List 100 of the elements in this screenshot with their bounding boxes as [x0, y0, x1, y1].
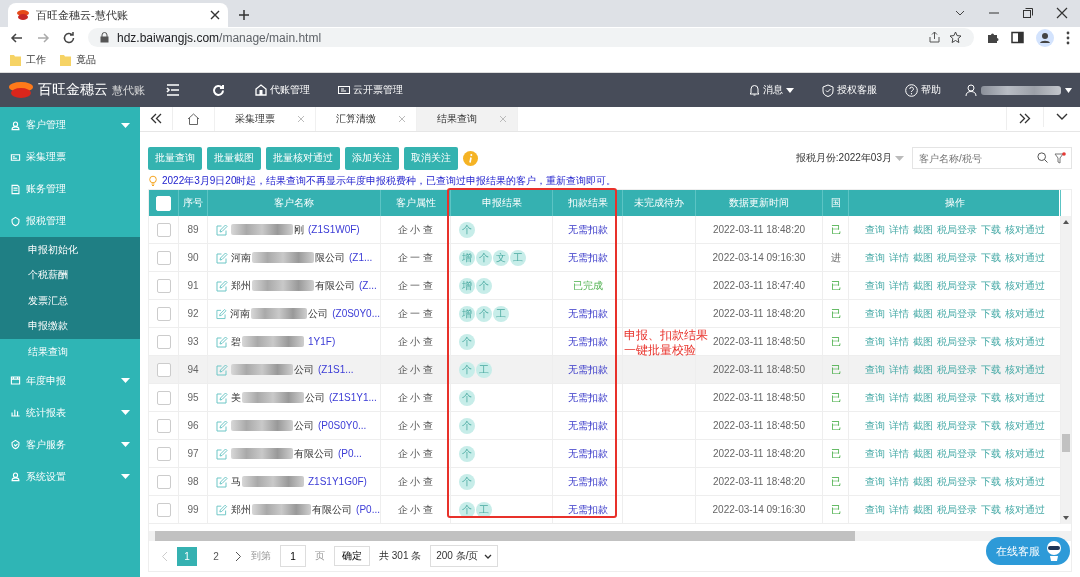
- tax-code[interactable]: (Z1...: [349, 252, 373, 263]
- row-action-link[interactable]: 下载: [980, 474, 1001, 489]
- row-action-link[interactable]: 截图: [912, 222, 933, 237]
- row-action-link[interactable]: 查询: [864, 446, 885, 461]
- row-checkbox[interactable]: [156, 502, 171, 517]
- support-link[interactable]: 授权客服: [822, 83, 877, 97]
- row-action-link[interactable]: 下载: [980, 390, 1001, 405]
- month-select[interactable]: 报税月份:2022年03月: [795, 151, 904, 165]
- tax-code[interactable]: (Z1S1...: [318, 364, 354, 375]
- row-action-link[interactable]: 截图: [912, 446, 933, 461]
- row-action-link[interactable]: 下载: [980, 306, 1001, 321]
- row-action-link[interactable]: 核对通过: [1004, 362, 1045, 377]
- prev-page-icon[interactable]: [161, 550, 168, 562]
- row-action-link[interactable]: 税局登录: [936, 250, 977, 265]
- row-action-link[interactable]: 截图: [912, 250, 933, 265]
- row-action-link[interactable]: 下载: [980, 446, 1001, 461]
- deduction-status[interactable]: 无需扣款: [567, 502, 608, 517]
- sidebar-subitem[interactable]: 申报缴款: [0, 313, 140, 339]
- sidebar-item[interactable]: 报税管理: [0, 205, 140, 237]
- tax-code[interactable]: Z1S1Y1G0F): [308, 476, 367, 487]
- refresh-icon[interactable]: [212, 83, 225, 97]
- restore-icon[interactable]: [1022, 7, 1034, 19]
- row-action-link[interactable]: 截图: [912, 334, 933, 349]
- search-field[interactable]: 客户名称/税号: [912, 147, 1072, 169]
- row-action-link[interactable]: 截图: [912, 474, 933, 489]
- sidebar-item[interactable]: 客户服务: [0, 428, 140, 461]
- row-action-link[interactable]: 查询: [864, 474, 885, 489]
- bookmark[interactable]: 竟品: [60, 53, 96, 67]
- deduction-status[interactable]: 无需扣款: [567, 250, 608, 265]
- row-action-link[interactable]: 税局登录: [936, 362, 977, 377]
- row-action-link[interactable]: 税局登录: [936, 390, 977, 405]
- edit-icon[interactable]: [216, 447, 228, 460]
- sidebar-item[interactable]: 客户管理: [0, 109, 140, 141]
- row-action-link[interactable]: 核对通过: [1004, 334, 1045, 349]
- row-action-link[interactable]: 详情: [888, 334, 909, 349]
- edit-icon[interactable]: [216, 279, 228, 292]
- row-action-link[interactable]: 查询: [864, 390, 885, 405]
- row-action-link[interactable]: 下载: [980, 418, 1001, 433]
- deduction-status[interactable]: 已完成: [572, 278, 603, 293]
- edit-icon[interactable]: [216, 475, 228, 488]
- row-action-link[interactable]: 截图: [912, 306, 933, 321]
- sidebar-item[interactable]: 采集理票: [0, 141, 140, 173]
- search-icon[interactable]: [1037, 152, 1048, 163]
- nav-item[interactable]: 云开票管理: [338, 83, 403, 97]
- sidebar-item[interactable]: 统计报表: [0, 396, 140, 429]
- page-button[interactable]: 2: [206, 546, 226, 566]
- toolbar-button[interactable]: 批量核对通过: [266, 146, 340, 170]
- row-action-link[interactable]: 详情: [888, 278, 909, 293]
- row-action-link[interactable]: 详情: [888, 474, 909, 489]
- edit-icon[interactable]: [216, 419, 228, 432]
- row-action-link[interactable]: 核对通过: [1004, 418, 1045, 433]
- tax-code[interactable]: (P0...: [356, 504, 380, 515]
- row-checkbox[interactable]: [156, 390, 171, 405]
- row-action-link[interactable]: 查询: [864, 222, 885, 237]
- sidebar-item[interactable]: 账务管理: [0, 173, 140, 205]
- row-action-link[interactable]: 查询: [864, 418, 885, 433]
- row-action-link[interactable]: 核对通过: [1004, 446, 1045, 461]
- row-checkbox[interactable]: [156, 250, 171, 265]
- messages-menu[interactable]: 消息: [749, 83, 794, 97]
- tax-code[interactable]: (Z1S1Y1...: [329, 392, 377, 403]
- sidebar-item[interactable]: 系统设置: [0, 460, 140, 493]
- edit-icon[interactable]: [216, 223, 228, 236]
- tax-code[interactable]: (P0...: [338, 448, 362, 459]
- puzzle-icon[interactable]: [986, 31, 999, 44]
- deduction-status[interactable]: 无需扣款: [567, 222, 608, 237]
- tax-code[interactable]: 1Y1F): [308, 336, 336, 347]
- row-action-link[interactable]: 下载: [980, 250, 1001, 265]
- row-action-link[interactable]: 核对通过: [1004, 390, 1045, 405]
- scroll-down-icon[interactable]: [1063, 516, 1069, 520]
- sidebar-subitem[interactable]: 申报初始化: [0, 237, 140, 263]
- sidebar-subitem[interactable]: 发票汇总: [0, 288, 140, 314]
- row-action-link[interactable]: 截图: [912, 278, 933, 293]
- row-action-link[interactable]: 税局登录: [936, 278, 977, 293]
- deduction-status[interactable]: 无需扣款: [567, 418, 608, 433]
- row-action-link[interactable]: 下载: [980, 222, 1001, 237]
- reload-icon[interactable]: [62, 30, 76, 45]
- row-action-link[interactable]: 详情: [888, 502, 909, 517]
- page-input[interactable]: 1: [280, 545, 306, 567]
- row-action-link[interactable]: 详情: [888, 446, 909, 461]
- row-action-link[interactable]: 详情: [888, 222, 909, 237]
- row-action-link[interactable]: 核对通过: [1004, 502, 1045, 517]
- row-action-link[interactable]: 详情: [888, 390, 909, 405]
- user-menu[interactable]: [965, 84, 1072, 96]
- row-action-link[interactable]: 查询: [864, 334, 885, 349]
- back-icon[interactable]: [10, 30, 24, 45]
- filter-icon[interactable]: [1054, 152, 1066, 164]
- toolbar-button[interactable]: 取消关注: [404, 146, 458, 170]
- share-icon[interactable]: [928, 31, 941, 44]
- nav-item[interactable]: 代账管理: [255, 83, 310, 97]
- deduction-status[interactable]: 无需扣款: [567, 474, 608, 489]
- new-tab-icon[interactable]: [238, 9, 250, 21]
- deduction-status[interactable]: 无需扣款: [567, 306, 608, 321]
- toolbar-button[interactable]: 批量截图: [207, 146, 261, 170]
- sidebar-item[interactable]: 年度申报: [0, 364, 140, 397]
- scrollbar-thumb[interactable]: [1062, 434, 1070, 452]
- toolbar-button[interactable]: 添加关注: [345, 146, 399, 170]
- page-tab[interactable]: 采集理票: [215, 107, 316, 131]
- row-action-link[interactable]: 查询: [864, 362, 885, 377]
- sidebar-subitem[interactable]: 个税薪酬: [0, 262, 140, 288]
- row-action-link[interactable]: 查询: [864, 306, 885, 321]
